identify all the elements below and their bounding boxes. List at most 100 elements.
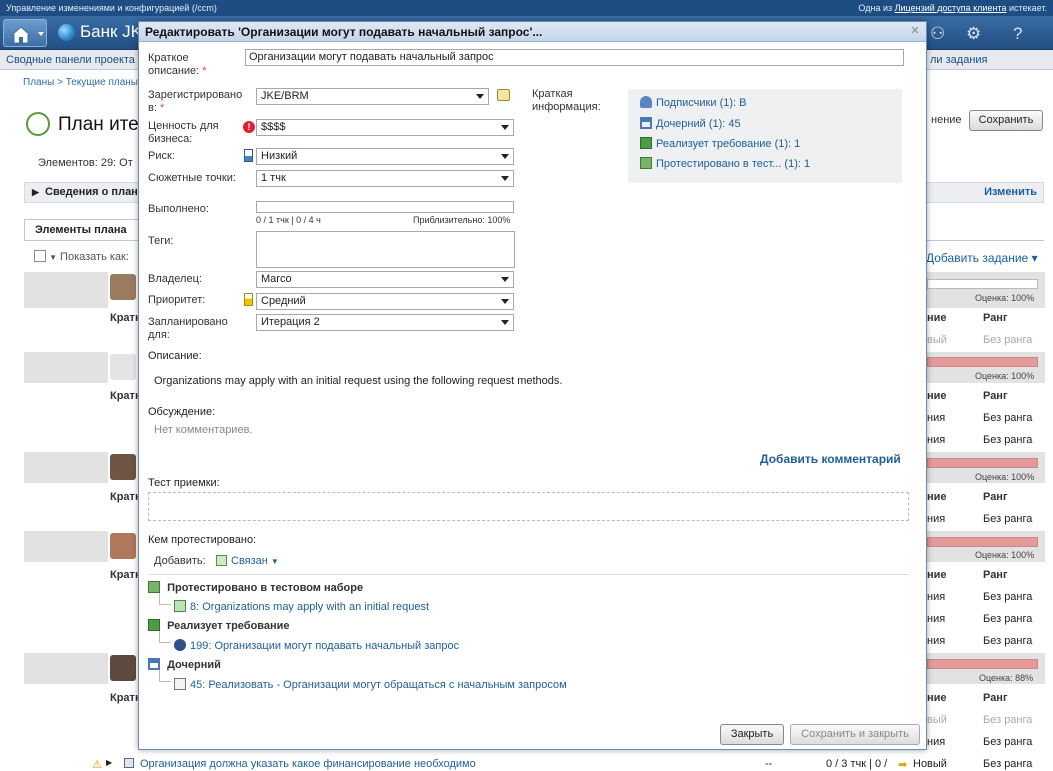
dialog-title: Редактировать 'Организации могут подават… — [139, 22, 926, 42]
discussion-label: Обсуждение: — [148, 406, 216, 418]
quick-info-panel: Подписчики (1): B Дочерний (1): 45 Реали… — [628, 89, 902, 183]
col-summary-header[interactable]: Кратк — [110, 390, 140, 402]
app-path: Управление изменениями и конфигурацией (… — [6, 3, 217, 13]
estimate-text: Оценка: 88% — [979, 673, 1034, 683]
test-icon — [640, 157, 652, 169]
priority-label: Приоритет: — [148, 294, 206, 306]
test-case-icon — [174, 600, 186, 612]
tested-by-label: Кем протестировано: — [148, 534, 257, 546]
filed-against-browse-icon[interactable] — [497, 89, 510, 101]
col-summary-header[interactable]: Кратк — [110, 569, 140, 581]
filed-against-select[interactable]: JKE/BRM — [256, 88, 489, 105]
checkbox-menu-icon[interactable]: ▼ — [49, 253, 57, 262]
links-divider — [148, 574, 909, 575]
avatar — [110, 655, 136, 681]
bottom-row-rank: Без ранга — [983, 758, 1033, 770]
avatar — [110, 274, 136, 300]
col-state-header[interactable]: ние — [927, 491, 947, 503]
col-state-header[interactable]: ние — [927, 569, 947, 581]
col-state-header[interactable]: ние — [927, 312, 947, 324]
gear-icon[interactable]: ⚙ — [966, 24, 981, 44]
estimate-bar — [927, 279, 1038, 289]
linked-test-case[interactable]: 8: Organizations may apply with an initi… — [174, 600, 429, 613]
bottom-row-summary[interactable]: Организация должна указать какое финанси… — [140, 758, 476, 770]
table-row[interactable]: ⚠ ▶ Организация должна указать какое фин… — [92, 758, 1052, 771]
tab-plan-items[interactable]: Элементы плана — [24, 219, 140, 241]
bottom-row-state: Новый — [913, 758, 947, 770]
tree-connector — [159, 593, 171, 605]
add-label: Добавить: — [154, 555, 206, 567]
col-rank-header[interactable]: Ранг — [983, 312, 1008, 324]
tags-input[interactable] — [256, 231, 515, 268]
risk-select[interactable]: Низкий — [256, 148, 514, 165]
globe-icon — [58, 24, 75, 41]
select-all-checkbox[interactable] — [34, 250, 46, 262]
risk-low-icon — [244, 149, 253, 162]
business-value-select[interactable]: $$$$ — [256, 119, 514, 136]
summary-input[interactable]: Организации могут подавать начальный зап… — [245, 49, 904, 66]
state-cell: ния — [927, 635, 946, 647]
requirement-icon — [148, 619, 160, 631]
rank-cell: Без ранга — [983, 736, 1033, 748]
state-cell: ния — [927, 434, 946, 446]
state-cell: ния — [927, 591, 946, 603]
state-cell: ния — [927, 613, 946, 625]
add-comment-link[interactable]: Добавить комментарий — [760, 452, 901, 466]
page-save-button[interactable]: Сохранить — [969, 110, 1043, 131]
col-summary-header[interactable]: Кратк — [110, 491, 140, 503]
planned-for-label: Запланировано для: — [148, 316, 228, 341]
close-button[interactable]: Закрыть — [720, 724, 784, 745]
col-rank-header[interactable]: Ранг — [983, 569, 1008, 581]
col-rank-header[interactable]: Ранг — [983, 692, 1008, 704]
progress-estimate: Приблизительно: 100% — [413, 215, 511, 225]
home-button[interactable] — [3, 19, 47, 47]
menu-dashboards[interactable]: Сводные панели проекта — [6, 50, 135, 70]
help-icon[interactable]: ? — [1013, 24, 1022, 44]
error-icon: ! — [243, 121, 255, 133]
col-summary-header[interactable]: Кратк — [110, 312, 140, 324]
tested-by-link[interactable]: Протестировано в тест... (1): 1 — [640, 157, 810, 170]
planned-for-select[interactable]: Итерация 2 — [256, 314, 514, 331]
progress-label: Выполнено: — [148, 203, 209, 215]
col-rank-header[interactable]: Ранг — [983, 390, 1008, 402]
change-label-partial: нение — [931, 114, 962, 126]
story-points-select[interactable]: 1 тчк — [256, 170, 514, 187]
expand-icon[interactable]: ▶ — [106, 758, 112, 767]
description-text[interactable]: Organizations may apply with an initial … — [154, 375, 562, 387]
rank-cell: Без ранга — [983, 613, 1033, 625]
col-state-header[interactable]: ние — [927, 390, 947, 402]
avatar — [110, 354, 136, 380]
col-state-header[interactable]: ние — [927, 692, 947, 704]
linked-child-task[interactable]: 45: Реализовать - Организации могут обра… — [174, 678, 567, 691]
acceptance-test-input[interactable] — [148, 492, 909, 521]
linked-requirement[interactable]: 199: Организации могут подавать начальны… — [174, 639, 459, 652]
top-strip: Управление изменениями и конфигурацией (… — [0, 0, 1053, 16]
breadcrumb[interactable]: Планы > Текущие планы — [23, 77, 138, 88]
col-rank-header[interactable]: Ранг — [983, 491, 1008, 503]
arrow-icon: ➡ — [898, 759, 908, 771]
add-task-link[interactable]: Добавить задание ▾ — [926, 251, 1038, 265]
state-cell: вый — [927, 334, 947, 346]
menu-work-items[interactable]: ли задания — [930, 50, 988, 70]
users-icon[interactable]: ⚇ — [930, 24, 945, 44]
test-suite-icon — [148, 581, 160, 593]
link-group-tested: Протестировано в тестовом наборе — [148, 581, 363, 594]
requirement-icon — [640, 137, 652, 149]
project-name[interactable]: Банк JK — [80, 22, 142, 42]
rank-cell: Без ранга — [983, 434, 1033, 446]
owner-select[interactable]: Marco — [256, 271, 514, 288]
priority-select[interactable]: Средний — [256, 293, 514, 310]
hierarchy-icon — [640, 117, 652, 129]
rank-cell: Без ранга — [983, 334, 1033, 346]
subscribers-link[interactable]: Подписчики (1): B — [640, 96, 746, 109]
edit-link[interactable]: Изменить — [984, 183, 1037, 202]
tags-label: Теги: — [148, 235, 174, 247]
col-summary-header[interactable]: Кратк — [110, 692, 140, 704]
implements-link[interactable]: Реализует требование (1): 1 — [640, 137, 800, 150]
license-link[interactable]: Лицензий доступа клиента — [895, 3, 1007, 13]
add-link-dropdown[interactable]: Связан ▼ — [216, 555, 279, 567]
save-and-close-button[interactable]: Сохранить и закрыть — [790, 724, 920, 745]
children-link[interactable]: Дочерний (1): 45 — [640, 117, 741, 130]
page-title: План итер — [58, 114, 150, 135]
close-icon[interactable]: ✕ — [908, 24, 922, 38]
